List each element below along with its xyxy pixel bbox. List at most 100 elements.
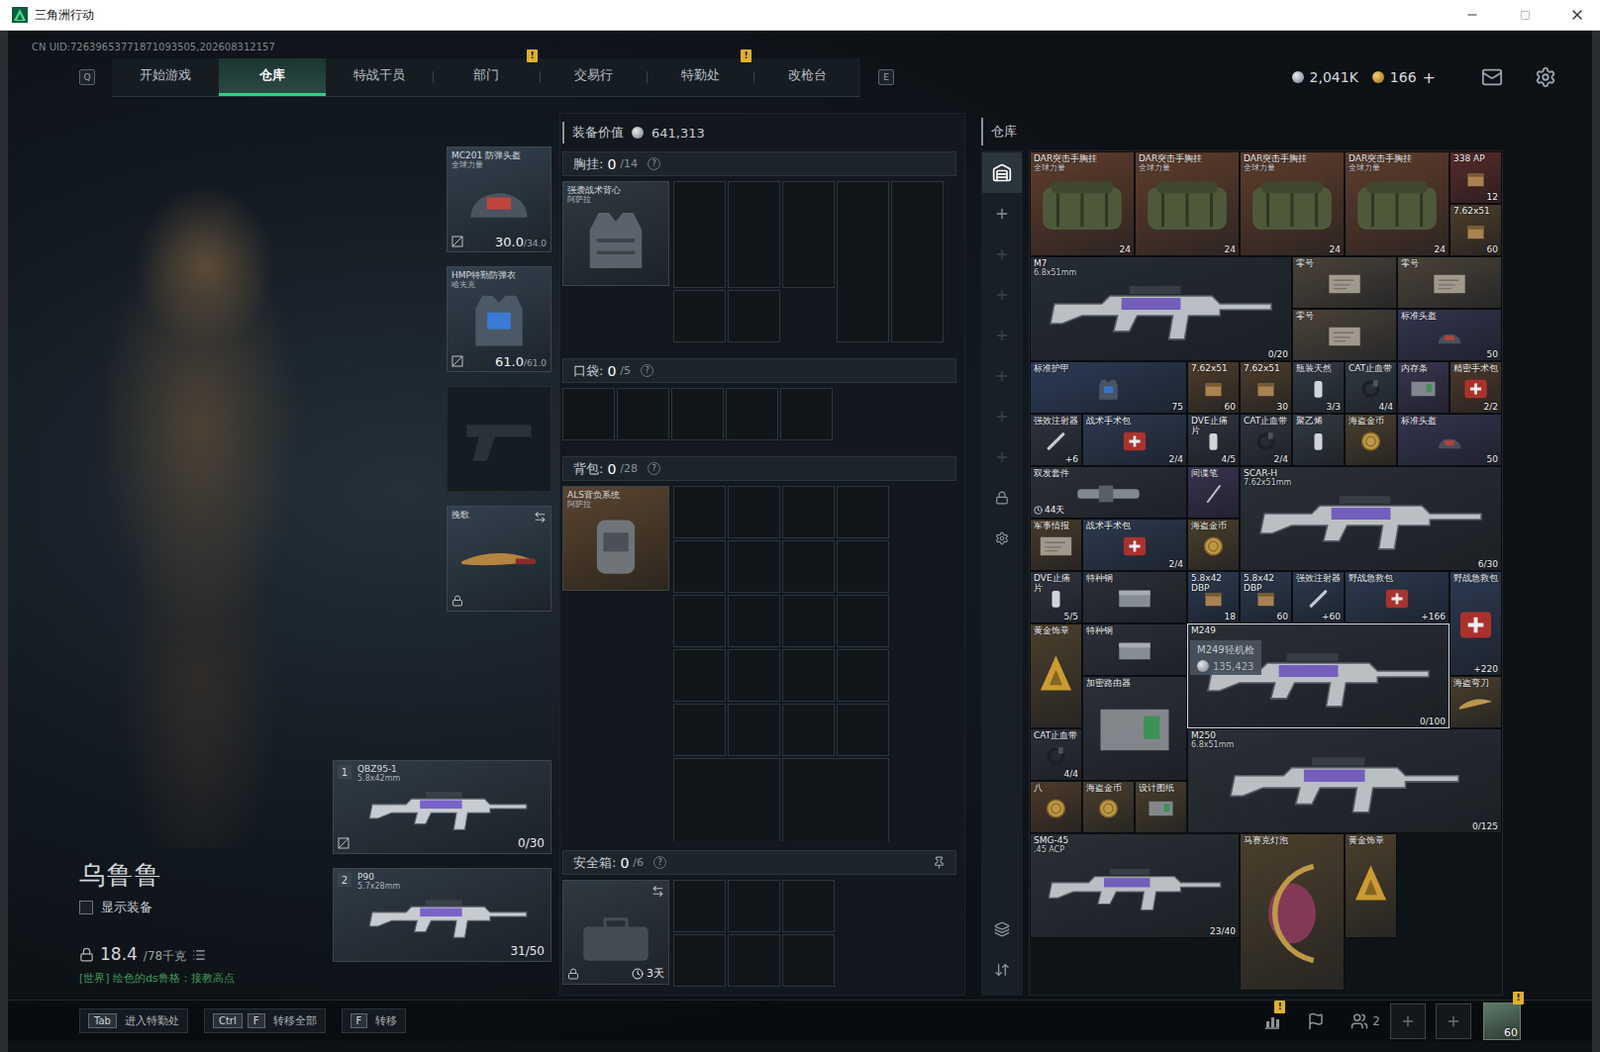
warehouse-item[interactable]: 战术手术包2/4 <box>1082 413 1188 467</box>
weapon-slot[interactable]: 1QBZ95-15.8x42mm0/30 <box>332 760 552 855</box>
container-slot[interactable] <box>673 486 726 539</box>
toolbar-button[interactable]: 2 <box>1350 1012 1381 1031</box>
rig-item[interactable]: 强袭战术背心阿萨拉 <box>562 181 670 287</box>
currency[interactable]: 166+ <box>1372 68 1436 88</box>
warehouse-item[interactable]: M2490/100M249轻机枪135,423 <box>1187 623 1450 729</box>
safe-item[interactable]: 3天 <box>562 880 670 986</box>
warehouse-item[interactable]: 设计图纸 <box>1134 781 1188 834</box>
container-slot[interactable] <box>673 758 781 842</box>
container-slot[interactable] <box>782 703 835 757</box>
maximize-button[interactable] <box>1501 0 1548 30</box>
warehouse-item[interactable]: 军事情报 <box>1029 518 1083 572</box>
warehouse-item[interactable]: 野战急救包+220 <box>1449 571 1502 677</box>
warehouse-item[interactable]: 强效注射器+6 <box>1029 413 1083 467</box>
help-button[interactable]: ? <box>653 856 667 870</box>
help-button[interactable]: ? <box>647 157 661 171</box>
container-slot[interactable] <box>673 595 726 648</box>
nav-tab[interactable]: 特勤处! <box>646 58 754 97</box>
warehouse-item[interactable]: SMG-45.45 ACP23/40 <box>1029 833 1240 939</box>
warehouse-item[interactable]: DAR突击手胸挂全球力量24 <box>1239 151 1345 257</box>
nav-tab[interactable]: 部门! <box>432 58 540 97</box>
container-slot[interactable] <box>782 934 835 988</box>
container-slot[interactable] <box>836 486 890 539</box>
container-slot[interactable] <box>727 934 781 988</box>
warehouse-item[interactable]: SCAR-H7.62x51mm6/30 <box>1239 466 1502 572</box>
warehouse-item[interactable]: 标准头盔50 <box>1397 308 1502 362</box>
container-slot[interactable] <box>616 388 670 441</box>
nav-tab[interactable]: 开始游戏 <box>111 58 219 97</box>
container-slot[interactable] <box>671 388 724 441</box>
warehouse-item[interactable]: 双发套件44天 <box>1029 466 1188 519</box>
warehouse-item[interactable]: 零号 <box>1397 256 1502 309</box>
container-slot[interactable] <box>727 595 781 648</box>
warehouse-item[interactable]: 黄金饰章 <box>1029 623 1083 729</box>
warehouse-item[interactable]: 黄金饰章 <box>1344 833 1398 939</box>
warehouse-tab[interactable] <box>982 396 1022 437</box>
warehouse-tab[interactable] <box>982 517 1022 559</box>
container-slot[interactable] <box>727 486 781 539</box>
warehouse-item[interactable]: DAR突击手胸挂全球力量24 <box>1029 151 1135 257</box>
help-button[interactable]: ? <box>647 462 661 476</box>
container-slot[interactable] <box>782 649 835 702</box>
warehouse-item[interactable]: DVE止痛片5/5 <box>1029 571 1083 624</box>
warehouse-item[interactable]: 特种钢 <box>1082 623 1188 677</box>
warehouse-item[interactable]: DAR突击手胸挂全球力量24 <box>1134 151 1240 257</box>
warehouse-item[interactable]: 海盗金币 <box>1082 781 1135 834</box>
container-slot[interactable] <box>673 540 726 594</box>
nav-tab[interactable]: 特战干员 <box>325 58 433 97</box>
warehouse-item[interactable]: 瓶装天然3/3 <box>1292 361 1345 414</box>
key-hint[interactable]: F转移 <box>341 1008 407 1034</box>
warehouse-item[interactable]: 7.62x5160 <box>1449 203 1502 257</box>
container-slot[interactable] <box>782 758 890 842</box>
help-button[interactable]: ? <box>640 364 654 378</box>
container-slot[interactable] <box>836 649 890 702</box>
container-slot[interactable] <box>780 388 833 441</box>
settings-button[interactable] <box>1534 66 1557 89</box>
warehouse-tab[interactable] <box>982 193 1022 234</box>
warehouse-item[interactable]: CAT止血带4/4 <box>1344 361 1398 414</box>
warehouse-item[interactable]: 特种钢 <box>1082 571 1188 624</box>
warehouse-item[interactable]: 加密路由器 <box>1082 676 1188 782</box>
warehouse-item[interactable]: 338 AP12 <box>1449 151 1502 204</box>
invite-slot[interactable] <box>1435 1003 1472 1040</box>
warehouse-item[interactable]: 强效注射器+60 <box>1292 571 1345 624</box>
container-slot[interactable] <box>782 181 835 289</box>
warehouse-item[interactable]: M2506.8x51mm0/125 <box>1187 728 1502 834</box>
container-slot[interactable] <box>673 880 726 933</box>
container-slot[interactable] <box>836 703 890 757</box>
gear-slot[interactable]: MC201 防弹头盔全球力量30.0/34.0 <box>446 146 552 253</box>
container-slot[interactable] <box>727 181 781 289</box>
container-slot[interactable] <box>836 595 890 648</box>
key-hint[interactable]: Tab进入特勤处 <box>79 1008 189 1034</box>
warehouse-item[interactable]: DAR突击手胸挂全球力量24 <box>1344 151 1450 257</box>
container-slot[interactable] <box>782 880 835 933</box>
gear-slot[interactable] <box>446 386 552 493</box>
mail-button[interactable] <box>1481 66 1503 89</box>
warehouse-item[interactable]: 海盗金币 <box>1344 413 1398 467</box>
warehouse-tab[interactable] <box>982 436 1022 478</box>
warehouse-tool[interactable] <box>982 908 1022 950</box>
warehouse-item[interactable]: CAT止血带4/4 <box>1029 728 1083 782</box>
warehouse-tab[interactable] <box>982 233 1022 275</box>
warehouse-tab[interactable] <box>982 355 1022 397</box>
warehouse-item[interactable]: 间谍笔 <box>1187 466 1240 519</box>
warehouse-item[interactable]: M76.8x51mm0/20 <box>1029 256 1293 362</box>
container-slot[interactable] <box>725 388 779 441</box>
gear-slot[interactable]: 挽歌 <box>446 505 552 612</box>
container-slot[interactable] <box>891 181 944 343</box>
warehouse-item[interactable]: 7.62x5160 <box>1187 361 1240 414</box>
warehouse-item[interactable]: 5.8x42 DBP18 <box>1187 571 1240 624</box>
warehouse-item[interactable]: 7.62x5130 <box>1239 361 1293 414</box>
warehouse-item[interactable]: 海盗金币 <box>1187 518 1240 572</box>
nav-tab[interactable]: 仓库 <box>218 58 326 97</box>
container-slot[interactable] <box>727 290 781 343</box>
container-slot[interactable] <box>673 181 726 289</box>
container-slot[interactable] <box>727 880 781 933</box>
container-slot[interactable] <box>673 290 726 343</box>
container-slot[interactable] <box>673 934 726 988</box>
toolbar-button[interactable]: ! <box>1263 1012 1282 1031</box>
profile-avatar[interactable]: 60! <box>1483 1002 1521 1041</box>
warehouse-tab[interactable] <box>982 477 1022 518</box>
warehouse-item[interactable]: CAT止血带2/4 <box>1239 413 1293 467</box>
warehouse-item[interactable]: 精密手术包2/2 <box>1449 361 1502 414</box>
